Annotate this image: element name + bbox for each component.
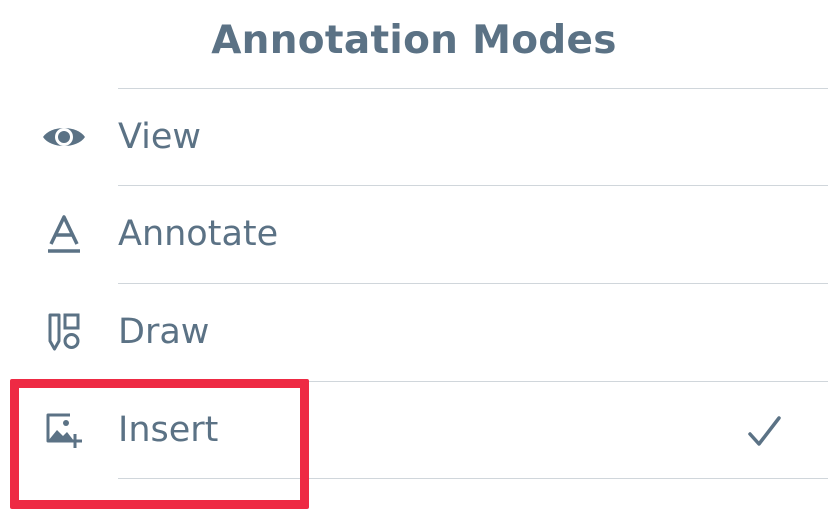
divider bbox=[118, 478, 828, 479]
menu-item-label: Annotate bbox=[118, 214, 279, 254]
menu-item-annotate[interactable]: Annotate bbox=[0, 186, 828, 282]
image-add-icon bbox=[38, 404, 90, 456]
menu-item-insert[interactable]: Insert bbox=[0, 382, 828, 478]
menu-item-draw[interactable]: Draw bbox=[0, 284, 828, 380]
menu-title: Annotation Modes bbox=[211, 18, 617, 63]
menu-item-label: View bbox=[118, 117, 202, 157]
draw-tools-icon bbox=[38, 306, 90, 358]
menu-item-label: Draw bbox=[118, 312, 210, 352]
text-underline-a-icon bbox=[38, 208, 90, 260]
menu-item-view[interactable]: View bbox=[0, 89, 828, 185]
checkmark-icon bbox=[744, 412, 784, 452]
eye-icon bbox=[38, 111, 90, 163]
annotation-modes-menu: Annotation Modes View Annotate Draw Inse… bbox=[0, 0, 828, 513]
menu-item-label: Insert bbox=[118, 410, 219, 450]
